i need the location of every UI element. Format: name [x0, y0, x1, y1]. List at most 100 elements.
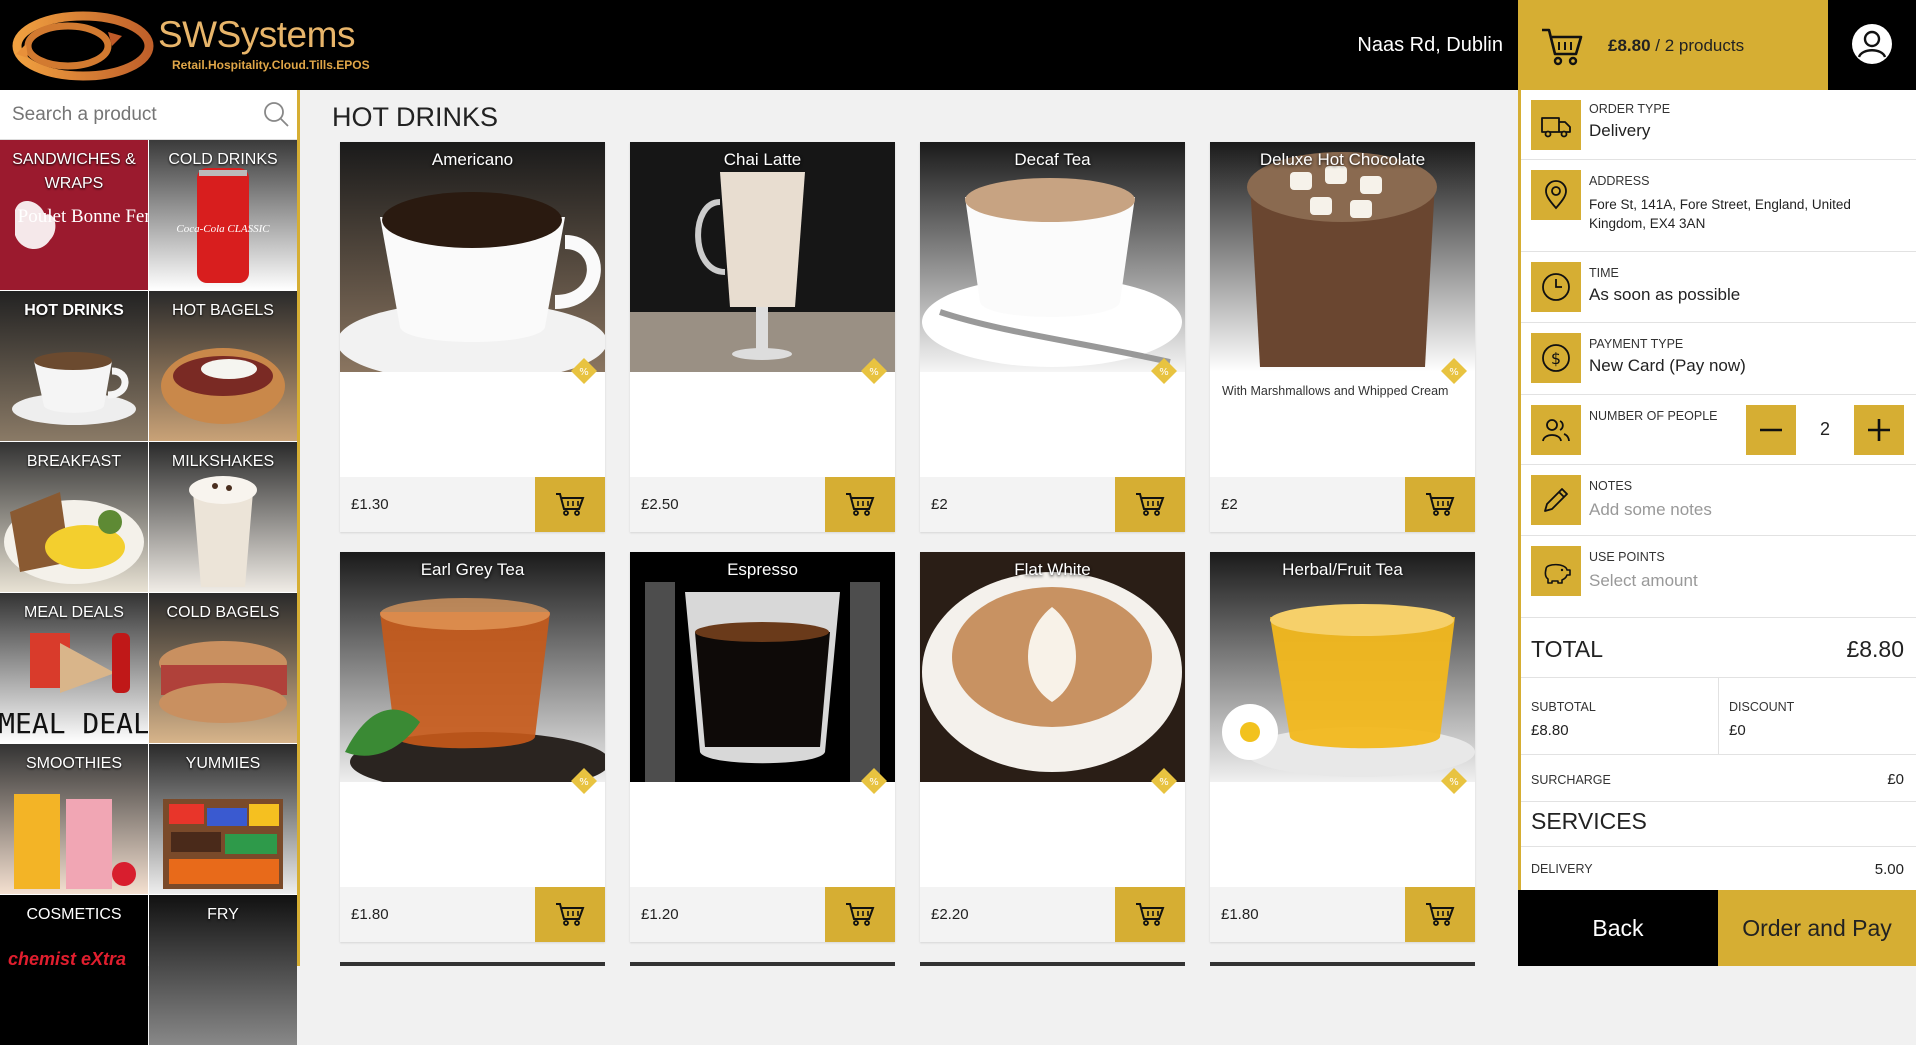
product-card-partial [920, 962, 1185, 966]
category-cold-bagels[interactable]: COLD BAGELS [149, 593, 297, 743]
product-card-decaf-tea[interactable]: Decaf Tea % £2 [920, 142, 1185, 532]
product-name: Flat White [1014, 560, 1091, 579]
payment-type-value: New Card (Pay now) [1589, 356, 1746, 375]
product-price: £2 [931, 496, 948, 513]
cart-total: £8.80 [1608, 36, 1651, 55]
total-row: TOTAL £8.80 [1521, 618, 1916, 678]
svg-text:$: $ [1551, 349, 1561, 368]
category-cosmetics[interactable]: chemist eXtra COSMETICS [0, 895, 148, 1045]
time-row[interactable]: TIME As soon as possible [1521, 252, 1916, 323]
product-image [1210, 142, 1475, 372]
category-yummies[interactable]: YUMMIES [149, 744, 297, 894]
product-card-deluxe-hot-chocolate[interactable]: Deluxe Hot Chocolate % With Marshmallows… [1210, 142, 1475, 532]
category-fry[interactable]: FRY [149, 895, 297, 1045]
dollar-coin-icon: $ [1531, 333, 1581, 383]
surcharge-value: £0 [1887, 771, 1904, 788]
search-input[interactable] [12, 102, 252, 128]
category-smoothies[interactable]: SMOOTHIES [0, 744, 148, 894]
category-label: HOT DRINKS [24, 302, 124, 319]
category-art-text: chemist eXtra [8, 949, 126, 969]
category-label: FRY [207, 906, 239, 923]
use-points-select[interactable]: Select amount [1589, 571, 1698, 591]
decrease-people-button[interactable] [1746, 405, 1796, 455]
search-icon[interactable] [262, 100, 290, 128]
product-card-herbal-fruit-tea[interactable]: Herbal/Fruit Tea % £1.80 [1210, 552, 1475, 942]
product-name: Chai Latte [723, 150, 802, 169]
product-image [340, 142, 605, 372]
category-label: SANDWICHES & WRAPS [12, 151, 136, 192]
add-to-cart-button[interactable] [1405, 477, 1475, 532]
product-name: Deluxe Hot Chocolate [1259, 150, 1426, 169]
payment-type-label: PAYMENT TYPE [1589, 337, 1684, 351]
increase-people-button[interactable] [1854, 405, 1904, 455]
category-breakfast[interactable]: BREAKFAST [0, 442, 148, 592]
product-card-flat-white[interactable]: Flat White % £2.20 [920, 552, 1185, 942]
category-milkshakes[interactable]: MILKSHAKES [149, 442, 297, 592]
svg-text:%: % [1449, 777, 1459, 788]
cart-icon [846, 493, 875, 516]
brand-logo[interactable]: SWSystems Retail.Hospitality.Cloud.Tills… [8, 6, 370, 84]
brand-name: SWSystems [158, 14, 355, 55]
add-to-cart-button[interactable] [535, 887, 605, 942]
product-card-americano[interactable]: Americano % £1.30 [340, 142, 605, 532]
discount-tag-icon: % [861, 358, 887, 384]
notes-row[interactable]: NOTES Add some notes [1521, 465, 1916, 536]
category-label: HOT BAGELS [172, 302, 274, 319]
svg-text:%: % [869, 777, 879, 788]
add-to-cart-button[interactable] [535, 477, 605, 532]
cart-icon [846, 903, 875, 926]
cart-icon [1542, 28, 1583, 66]
delivery-row: DELIVERY 5.00 [1521, 846, 1916, 890]
order-type-row[interactable]: ORDER TYPE Delivery [1521, 90, 1916, 160]
product-footer: £1.20 [630, 887, 895, 942]
store-location[interactable]: Naas Rd, Dublin [1357, 34, 1503, 57]
category-sandwiches-wraps[interactable]: Poulet Bonne Femme SANDWICHES & WRAPS [0, 140, 148, 290]
product-card-earl-grey-tea[interactable]: Earl Grey Tea % £1.80 [340, 552, 605, 942]
payment-type-row[interactable]: $ PAYMENT TYPE New Card (Pay now) [1521, 323, 1916, 395]
category-art-text: Coca-Cola CLASSIC [176, 223, 270, 235]
minus-icon [1760, 428, 1782, 432]
category-meal-deals[interactable]: MEAL DEAL MEAL DEALS [0, 593, 148, 743]
time-value: As soon as possible [1589, 285, 1741, 304]
user-account-button[interactable] [1828, 0, 1916, 90]
category-cold-drinks[interactable]: Coca-Cola CLASSIC COLD DRINKS [149, 140, 297, 290]
herbal-tea-icon [1210, 552, 1475, 782]
add-to-cart-button[interactable] [825, 477, 895, 532]
category-art-text: Poulet Bonne Femme [18, 206, 148, 227]
use-points-row[interactable]: USE POINTS Select amount [1521, 536, 1916, 618]
top-bar: SWSystems Retail.Hospitality.Cloud.Tills… [0, 0, 1916, 90]
notes-input[interactable]: Add some notes [1589, 500, 1712, 520]
cart-summary[interactable]: £8.80 / 2 products [1518, 0, 1828, 90]
product-card-partial [1210, 962, 1475, 966]
add-to-cart-button[interactable] [825, 887, 895, 942]
category-hot-bagels[interactable]: HOT BAGELS [149, 291, 297, 441]
back-button[interactable]: Back [1518, 890, 1718, 966]
address-row[interactable]: ADDRESS Fore St, 141A, Fore Street, Engl… [1521, 160, 1916, 252]
product-price: £1.80 [1221, 906, 1259, 923]
people-stepper: 2 [1746, 405, 1904, 455]
product-price: £1.80 [351, 906, 389, 923]
product-image [630, 552, 895, 782]
add-to-cart-button[interactable] [1115, 477, 1185, 532]
product-name: Americano [431, 150, 514, 169]
number-of-people-row: NUMBER OF PEOPLE 2 [1521, 395, 1916, 465]
product-image [340, 552, 605, 782]
discount-cell: DISCOUNT £0 [1719, 678, 1916, 755]
subtotal-value: £8.80 [1531, 722, 1569, 739]
product-card-espresso[interactable]: Espresso % £1.20 [630, 552, 895, 942]
notes-label: NOTES [1589, 479, 1633, 493]
product-price: £2.50 [641, 496, 679, 513]
add-to-cart-button[interactable] [1405, 887, 1475, 942]
truck-icon [1531, 100, 1581, 150]
svg-text:%: % [579, 367, 589, 378]
product-card-chai-latte[interactable]: Chai Latte % £2.50 [630, 142, 895, 532]
category-label: SMOOTHIES [25, 755, 122, 772]
category-hot-drinks[interactable]: HOT DRINKS [0, 291, 148, 441]
product-footer: £2.20 [920, 887, 1185, 942]
category-label: COLD DRINKS [168, 151, 278, 168]
order-and-pay-button[interactable]: Order and Pay [1718, 890, 1916, 966]
add-to-cart-button[interactable] [1115, 887, 1185, 942]
product-price: £1.30 [351, 496, 389, 513]
use-points-label: USE POINTS [1589, 550, 1665, 564]
svg-text:%: % [869, 367, 879, 378]
